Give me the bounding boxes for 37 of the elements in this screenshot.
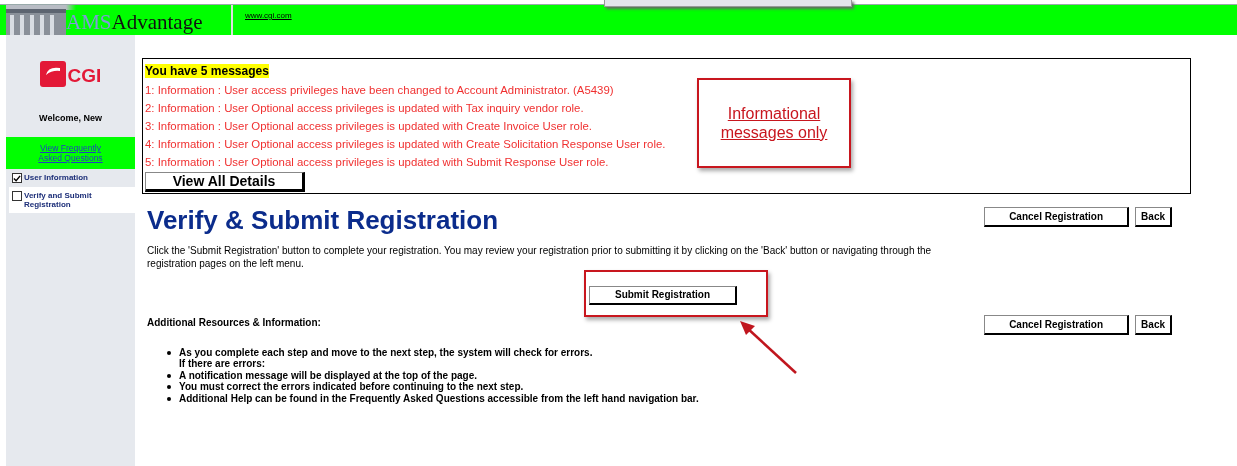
bullet-text: As you complete each step and move to the next step, the system will check for errors.	[179, 346, 593, 358]
app-logo: AMSAdvantage	[6, 5, 233, 35]
back-button[interactable]: Back	[1135, 314, 1172, 335]
bullet-text: A notification message will be displayed at the top of the page.	[179, 369, 477, 381]
back-button[interactable]: Back	[1135, 207, 1172, 227]
welcome-text: Welcome, New	[38, 112, 103, 125]
bullet-icon	[167, 396, 171, 401]
resources-heading: Additional Resources & Information:	[147, 316, 321, 330]
bullet-subtext: If there are errors:	[179, 358, 267, 370]
intro-text: Click the 'Submit Registration' button to complete your registration. You may review your registration prior to submitting it by clicking on the 'Back' button or navigating through the registration pages on the left menu.	[147, 244, 933, 270]
cancel-registration-button[interactable]: Cancel Registration	[984, 207, 1130, 227]
bullet-icon	[167, 385, 171, 389]
nav-label: Verify and Submit Registration	[24, 191, 93, 209]
faq-link[interactable]: View Frequently Asked Questions	[30, 143, 111, 163]
annotation-text: Informational messages only	[719, 104, 829, 142]
nav-label: User Information	[24, 173, 88, 182]
message-text: 1: Information : User access privileges have been changed to Account Administrator. (A5439)	[145, 84, 614, 96]
columns-icon	[6, 9, 66, 35]
cgi-logo-icon	[39, 61, 66, 87]
bullet-text: Additional Help can be found in the Frequently Asked Questions accessible from the left hand navigation bar.	[179, 392, 699, 404]
bullet-icon	[167, 373, 171, 378]
checkbox[interactable]	[12, 173, 22, 183]
message-text: 4: Information : User Optional access privileges is updated with Create Solicitation Response User role.	[145, 138, 666, 150]
view-all-details-button[interactable]: View All Details	[145, 172, 305, 192]
message-text: 5: Information : User Optional access privileges is updated with Submit Response User role.	[145, 156, 609, 168]
nav-item[interactable]: Verify and Submit Registration	[9, 187, 135, 213]
brand-name: CGI	[67, 65, 102, 87]
messages-heading: You have 5 messages	[145, 64, 269, 78]
checkbox[interactable]	[12, 191, 22, 201]
page-title: Verify & Submit Registration	[147, 204, 499, 236]
bullet-icon	[167, 350, 171, 355]
submit-registration-button[interactable]: Submit Registration	[589, 285, 737, 305]
message-text: 2: Information : User Optional access privileges is updated with Tax inquiry vendor role.	[145, 102, 584, 114]
cancel-registration-button[interactable]: Cancel Registration	[984, 314, 1130, 335]
bullet-text: You must correct the errors indicated before continuing to the next step.	[179, 381, 524, 393]
message-text: 3: Information : User Optional access privileges is updated with Create Invoice User role.	[145, 120, 592, 132]
website-link[interactable]: www.cgi.com	[245, 11, 292, 20]
